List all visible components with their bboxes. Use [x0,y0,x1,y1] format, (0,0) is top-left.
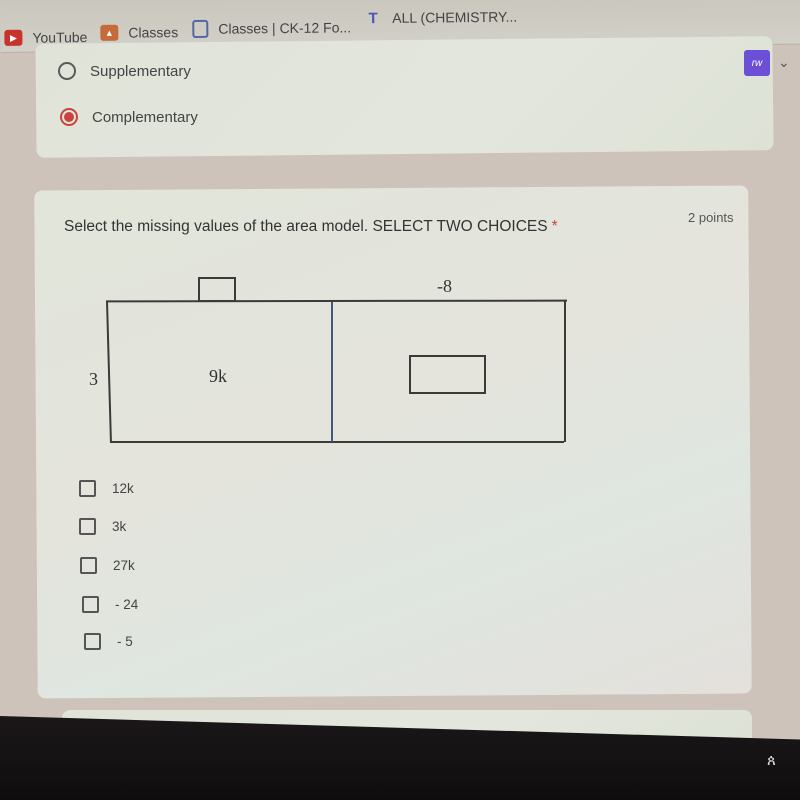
bookmark-label: ALL (CHEMISTRY... [392,8,518,26]
bookmark-label: Classes [128,24,179,41]
choice-12k[interactable]: 12k [79,480,134,497]
choice-label: 3k [112,519,127,534]
question-text: Select the missing values of the area mo… [64,218,548,235]
points-label: 2 points [688,210,734,225]
checkbox-icon[interactable] [80,557,97,574]
youtube-icon: ▶ [4,29,23,46]
checkbox-icon[interactable] [79,518,96,535]
choice-label: 12k [112,481,134,496]
bookmark-teams[interactable]: T ALL (CHEMISTRY... [364,8,518,27]
microsoft-teams-icon: T [368,9,378,27]
radio-label: Supplementary [90,62,191,80]
document-icon [192,19,209,38]
radio-unchecked-icon[interactable] [58,62,76,80]
choice-label: - 5 [117,634,133,649]
checkbox-icon[interactable] [84,633,101,650]
question-card [34,185,752,699]
choice-label: - 24 [115,597,139,612]
bookmark-classes[interactable]: ▲ Classes [100,24,178,41]
choice-27k[interactable]: 27k [80,557,135,574]
checkbox-icon[interactable] [82,596,99,613]
required-marker: * [551,218,558,235]
previous-question-card [35,36,774,158]
choice-3k[interactable]: 3k [79,518,126,535]
puzzle-extension-icon[interactable]: rw [744,50,770,76]
question-title: Select the missing values of the area mo… [64,218,558,236]
choice-minus-5[interactable]: - 5 [84,633,133,650]
choice-label: 27k [113,558,135,573]
radio-label: Complementary [92,108,198,126]
radio-option-supplementary[interactable]: Supplementary [58,62,191,80]
bookmark-label: Classes | CK-12 Fo... [218,19,352,37]
extension-label: rw [751,57,763,69]
missing-value-box-top [198,277,236,302]
people-icon[interactable]: ጰ [767,752,776,769]
google-classroom-icon: ▲ [100,24,119,41]
chevron-down-icon[interactable]: ⌄ [778,54,790,71]
radio-option-complementary[interactable]: Complementary [60,108,198,126]
checkbox-icon[interactable] [79,480,96,497]
choice-minus-24[interactable]: - 24 [82,596,138,613]
bookmark-ck12[interactable]: Classes | CK-12 Fo... [192,18,351,38]
radio-checked-icon[interactable] [60,108,78,126]
missing-value-box-cell [409,355,486,394]
